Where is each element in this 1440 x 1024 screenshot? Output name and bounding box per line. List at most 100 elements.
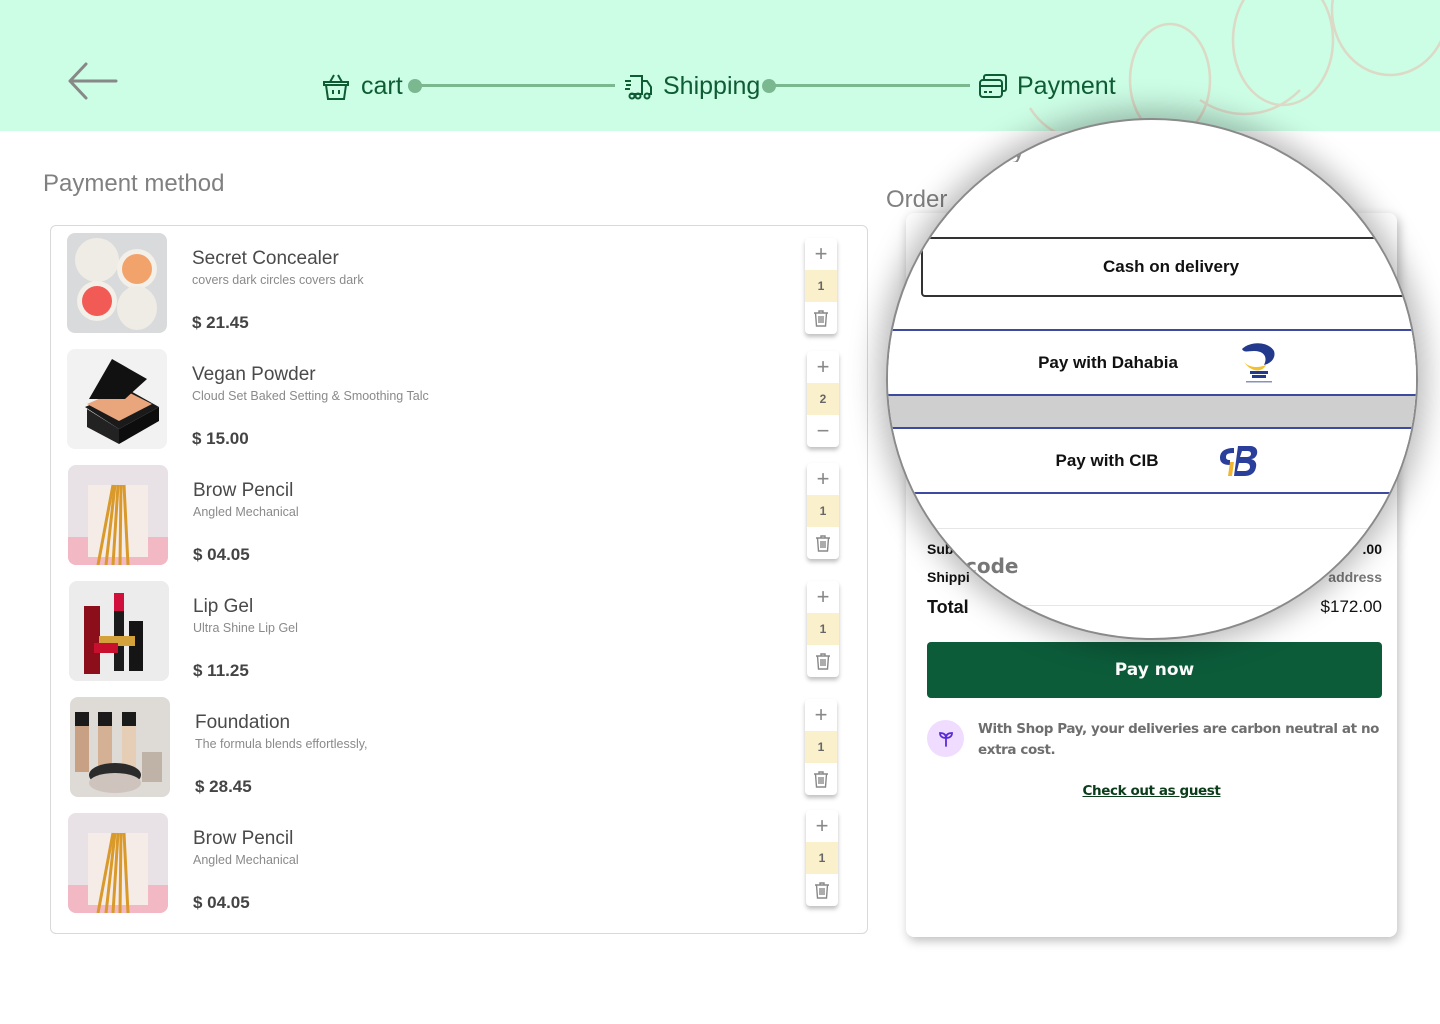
- step-label: Payment: [1017, 71, 1116, 100]
- plus-icon: +: [816, 584, 830, 609]
- sprout-icon-badge: [927, 720, 964, 757]
- plus-icon: +: [816, 466, 830, 491]
- step-shipping[interactable]: Shipping: [623, 70, 760, 102]
- cart-item: Lip Gel Ultra Shine Lip Gel $ 11.25 + 1: [67, 581, 857, 681]
- quantity-stepper: + 1: [805, 238, 837, 334]
- cart-item-list: Secret Concealer covers dark circles cov…: [50, 225, 868, 934]
- dahabia-option[interactable]: Pay with Dahabia: [888, 329, 1416, 396]
- item-description: Ultra Shine Lip Gel: [193, 621, 298, 635]
- plus-icon: +: [815, 813, 829, 838]
- plus-icon: +: [814, 241, 828, 266]
- delete-button[interactable]: [807, 527, 839, 559]
- promo-code-label: code: [965, 554, 1019, 578]
- quantity-stepper: + 1: [807, 463, 839, 559]
- item-description: Cloud Set Baked Setting & Smoothing Talc: [192, 389, 429, 403]
- plus-icon: +: [816, 354, 830, 379]
- item-description: Angled Mechanical: [193, 505, 299, 519]
- quantity-stepper: + 2 −: [807, 351, 839, 447]
- step-payment[interactable]: Payment: [977, 70, 1116, 102]
- cart-item: Secret Concealer covers dark circles cov…: [67, 233, 857, 334]
- item-description: The formula blends effortlessly,: [195, 737, 368, 751]
- trash-icon: [816, 535, 830, 552]
- product-image: [68, 813, 168, 913]
- product-image: [70, 697, 170, 797]
- increment-button[interactable]: +: [807, 351, 839, 383]
- plus-icon: +: [814, 702, 828, 727]
- back-button[interactable]: [66, 60, 120, 102]
- section-title: Payment method: [43, 170, 225, 197]
- trash-icon: [814, 310, 828, 327]
- cart-item: Foundation The formula blends effortless…: [67, 697, 857, 797]
- decorative-swirls: [1028, 0, 1440, 131]
- pay-now-button[interactable]: Pay now: [927, 642, 1382, 698]
- item-description: Angled Mechanical: [193, 853, 299, 867]
- payment-options-magnifier: y Cash on delivery Pay with Dahabia Pay …: [886, 118, 1418, 640]
- decrement-button[interactable]: −: [807, 415, 839, 447]
- quantity-value: 1: [805, 270, 837, 302]
- quantity-value: 1: [806, 842, 838, 874]
- item-price: $ 28.45: [195, 777, 252, 796]
- increment-button[interactable]: +: [807, 463, 839, 495]
- quantity-stepper: + 1: [807, 581, 839, 677]
- cart-item: Brow Pencil Angled Mechanical $ 04.05 + …: [67, 463, 857, 565]
- dahabia-logo: [1241, 342, 1275, 382]
- cib-option[interactable]: Pay with CIB: [888, 427, 1416, 494]
- cash-on-delivery-option[interactable]: Cash on delivery: [921, 237, 1416, 297]
- delete-button[interactable]: [807, 645, 839, 677]
- card-icon: [977, 70, 1009, 102]
- product-image: [67, 233, 167, 333]
- item-name: Foundation: [195, 712, 291, 733]
- trash-icon: [816, 653, 830, 670]
- increment-button[interactable]: +: [807, 581, 839, 613]
- quantity-stepper: + 1: [806, 810, 838, 906]
- cart-item: Vegan Powder Cloud Set Baked Setting & S…: [67, 349, 857, 449]
- basket-icon: [321, 70, 353, 102]
- item-name: Brow Pencil: [193, 828, 294, 849]
- item-price: $ 15.00: [192, 429, 249, 448]
- item-price: $ 11.25: [193, 661, 249, 680]
- sprout-icon: [938, 731, 953, 747]
- item-price: $ 04.05: [193, 545, 250, 564]
- option-label: Pay with CIB: [1055, 450, 1159, 470]
- item-description: covers dark circles covers dark: [192, 273, 364, 287]
- quantity-value: 1: [807, 495, 839, 527]
- partial-heading: y: [1012, 134, 1025, 164]
- product-image: [68, 465, 168, 565]
- item-name: Brow Pencil: [193, 480, 294, 501]
- options-divider: [888, 396, 1416, 428]
- increment-button[interactable]: +: [806, 810, 838, 842]
- quantity-value: 1: [807, 613, 839, 645]
- truck-icon: [623, 70, 655, 102]
- delete-button[interactable]: [805, 763, 837, 795]
- quantity-value: 2: [807, 383, 839, 415]
- option-label: Pay with Dahabia: [1038, 352, 1178, 372]
- delete-button[interactable]: [805, 302, 837, 334]
- quantity-stepper: + 1: [805, 699, 837, 795]
- delete-button[interactable]: [806, 874, 838, 906]
- item-price: $ 21.45: [192, 313, 249, 332]
- checkout-header: cart Shipping Payment: [0, 0, 1440, 131]
- checkout-as-guest-link[interactable]: Check out as guest: [906, 783, 1397, 799]
- step-connector: [415, 84, 615, 87]
- minus-icon: −: [816, 418, 830, 443]
- step-label: Shipping: [663, 71, 761, 100]
- step-cart[interactable]: cart: [321, 70, 403, 102]
- step-connector: [769, 84, 970, 87]
- trash-icon: [814, 771, 828, 788]
- shop-pay-note: With Shop Pay, your deliveries are carbo…: [978, 721, 1380, 758]
- arrow-left-icon: [68, 62, 118, 100]
- item-name: Lip Gel: [193, 596, 254, 617]
- item-price: $ 04.05: [193, 893, 250, 912]
- cib-logo: [1220, 445, 1258, 476]
- trash-icon: [815, 882, 829, 899]
- item-name: Secret Concealer: [192, 248, 339, 269]
- increment-button[interactable]: +: [805, 699, 837, 731]
- step-label: cart: [361, 71, 403, 100]
- product-image: [69, 581, 169, 681]
- increment-button[interactable]: +: [805, 238, 837, 270]
- product-image: [67, 349, 167, 449]
- cart-item: Brow Pencil Angled Mechanical $ 04.05 + …: [67, 810, 857, 913]
- quantity-value: 1: [805, 731, 837, 763]
- item-name: Vegan Powder: [192, 364, 316, 385]
- option-label: Cash on delivery: [1102, 257, 1240, 276]
